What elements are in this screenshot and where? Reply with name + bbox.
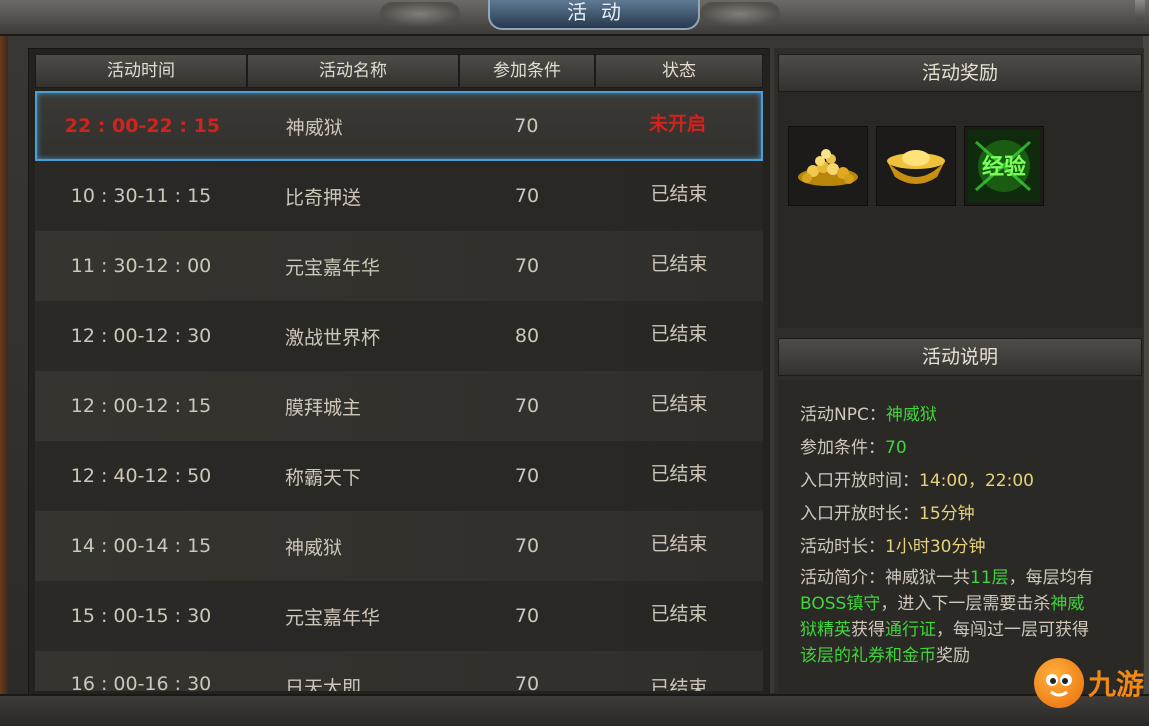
activity-time: 11 : 30-12 : 00 (70, 255, 212, 277)
activity-status: 已结束 (650, 392, 708, 415)
activity-status: 已结束 (650, 677, 708, 691)
header-status: 状态 (595, 54, 763, 88)
desc-open-duration: 入口开放时长：15分钟 (800, 504, 975, 524)
title-bar: 活动 (0, 0, 1149, 36)
activity-name: 神威狱 (285, 116, 343, 139)
desc-requirement: 参加条件：70 (800, 438, 907, 458)
activity-name: 神威狱 (285, 536, 343, 559)
gold-ingot-icon (887, 150, 945, 184)
window-title: 活动 (567, 0, 635, 24)
right-panel: 活动奖励 经验 活动说明 活动NPC：神威狱 参加条件：70 入口开放时间：14… (774, 48, 1144, 693)
activity-time: 10 : 30-11 : 15 (70, 185, 212, 207)
activity-time: 12 : 00-12 : 30 (70, 325, 212, 347)
desc-open-time: 入口开放时间：14:00，22:00 (800, 471, 1034, 491)
table-row[interactable]: 12 : 00-12 : 30 激战世界杯 80 已结束 (35, 301, 763, 371)
rewards-area: 经验 (778, 92, 1142, 328)
desc-intro-line2: BOSS镇守，进入下一层需要击杀神威 (800, 594, 1085, 614)
reward-gold-coins[interactable] (788, 126, 868, 206)
activity-status: 已结束 (650, 532, 708, 555)
reward-gold-ingot[interactable] (876, 126, 956, 206)
header-name: 活动名称 (247, 54, 459, 88)
experience-label: 经验 (982, 154, 1026, 180)
activity-requirement: 70 (514, 535, 540, 557)
activity-name: 膜拜城主 (285, 396, 362, 419)
activity-name: 元宝嘉年华 (285, 606, 381, 629)
table-row[interactable]: 10 : 30-11 : 15 比奇押送 70 已结束 (35, 161, 763, 231)
activity-table: 活动时间 活动名称 参加条件 状态 22 : 00-22 : 15 神威狱 70 未开… (28, 48, 770, 695)
activity-status: 已结束 (650, 462, 708, 485)
activity-status: 已结束 (650, 252, 708, 275)
desc-duration: 活动时长：1小时30分钟 (800, 537, 986, 557)
activity-time: 15 : 00-15 : 30 (70, 605, 212, 627)
description-heading: 活动说明 (778, 338, 1142, 376)
activity-name: 激战世界杯 (285, 326, 381, 349)
mascot-icon (1034, 658, 1084, 708)
activity-time: 22 : 00-22 : 15 (64, 115, 221, 137)
activity-status: 未开启 (648, 112, 706, 135)
reward-experience[interactable]: 经验 (964, 126, 1044, 206)
npc-link[interactable]: 神威狱 (886, 405, 937, 425)
table-body: 22 : 00-22 : 15 神威狱 70 未开启 10 : 30-11 : 15 比奇… (35, 91, 763, 691)
activity-requirement: 70 (514, 605, 540, 627)
watermark-logo: 九游 (1034, 655, 1146, 711)
activity-name: 元宝嘉年华 (285, 256, 381, 279)
desc-npc: 活动NPC：神威狱 (800, 405, 937, 425)
activity-time: 14 : 00-14 : 15 (70, 535, 212, 557)
activity-time: 12 : 40-12 : 50 (70, 465, 212, 487)
activity-requirement: 70 (514, 465, 540, 487)
activity-requirement: 80 (514, 325, 540, 347)
table-header: 活动时间 活动名称 参加条件 状态 (35, 54, 763, 88)
activity-name: 日天大即 (285, 677, 362, 691)
desc-intro-line4: 该层的礼券和金币奖励 (800, 646, 970, 666)
gold-coins-icon (798, 149, 858, 186)
ornament-left (380, 2, 460, 26)
window-title-plate: 活动 (488, 0, 700, 30)
description-area: 活动NPC：神威狱 参加条件：70 入口开放时间：14:00，22:00 入口开… (778, 380, 1142, 693)
watermark-text: 九游 (1088, 668, 1145, 701)
desc-intro-line1: 活动简介：神威狱一共11层，每层均有 (800, 568, 1094, 588)
table-row[interactable]: 16 : 00-16 : 30 日天大即 70 已结束 (35, 651, 763, 691)
experience-icon: 经验 (968, 130, 1040, 202)
activity-requirement: 70 (514, 185, 540, 207)
activity-status: 已结束 (650, 182, 708, 205)
activity-name: 称霸天下 (285, 466, 362, 489)
activity-requirement: 70 (514, 673, 540, 691)
table-row[interactable]: 12 : 40-12 : 50 称霸天下 70 已结束 (35, 441, 763, 511)
table-row[interactable]: 22 : 00-22 : 15 神威狱 70 未开启 (35, 91, 763, 161)
activity-name: 比奇押送 (285, 186, 362, 209)
rewards-heading: 活动奖励 (778, 54, 1142, 92)
header-requirement: 参加条件 (459, 54, 595, 88)
table-row[interactable]: 15 : 00-15 : 30 元宝嘉年华 70 已结束 (35, 581, 763, 651)
desc-intro-line3: 狱精英获得通行证，每闯过一层可获得 (800, 620, 1089, 640)
header-time: 活动时间 (35, 54, 247, 88)
activity-time: 16 : 00-16 : 30 (70, 673, 212, 691)
activity-requirement: 70 (514, 115, 539, 137)
table-row[interactable]: 14 : 00-14 : 15 神威狱 70 已结束 (35, 511, 763, 581)
activity-status: 已结束 (650, 322, 708, 345)
table-row[interactable]: 11 : 30-12 : 00 元宝嘉年华 70 已结束 (35, 231, 763, 301)
table-row[interactable]: 12 : 00-12 : 15 膜拜城主 70 已结束 (35, 371, 763, 441)
close-button[interactable] (1135, 0, 1145, 20)
activity-time: 12 : 00-12 : 15 (70, 395, 212, 417)
activity-requirement: 70 (514, 395, 540, 417)
bottom-bar (0, 694, 1149, 726)
activity-status: 已结束 (650, 602, 708, 625)
left-decor-strip (0, 34, 8, 724)
ornament-right (700, 2, 780, 26)
activity-requirement: 70 (514, 255, 540, 277)
